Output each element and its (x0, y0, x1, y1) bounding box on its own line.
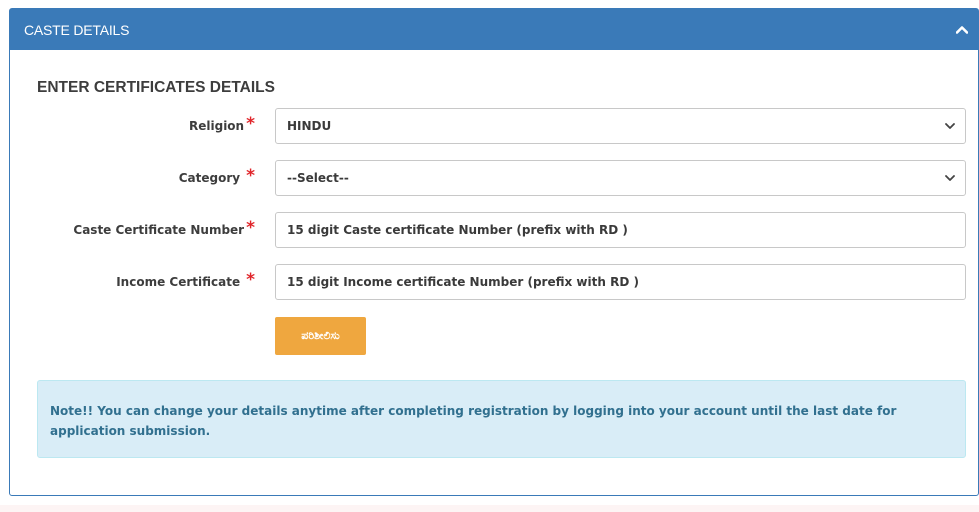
chevron-down-icon (945, 175, 955, 181)
submit-button[interactable]: ಪರಿಶೀಲಿಸು (275, 317, 366, 355)
income-certificate-placeholder: 15 digit Income certificate Number (pref… (287, 275, 639, 289)
category-label: Category * (178, 165, 255, 186)
required-asterisk: * (246, 165, 255, 186)
required-asterisk: * (246, 217, 255, 238)
religion-label: Religion * (189, 113, 255, 134)
caste-certificate-placeholder: 15 digit Caste certificate Number (prefi… (287, 223, 628, 237)
panel-header[interactable]: CASTE DETAILS (10, 9, 978, 50)
caste-certificate-row: Caste Certificate Number * 15 digit Cast… (10, 212, 979, 248)
category-row: Category * --Select-- (10, 160, 979, 196)
category-select-value: --Select-- (287, 171, 349, 185)
chevron-up-icon[interactable] (955, 24, 969, 36)
income-certificate-input[interactable]: 15 digit Income certificate Number (pref… (275, 264, 966, 300)
religion-select[interactable]: HINDU (275, 108, 966, 144)
panel-title: CASTE DETAILS (24, 21, 130, 38)
note-alert: Note!! You can change your details anyti… (37, 380, 966, 458)
required-asterisk: * (246, 113, 255, 134)
caste-certificate-input[interactable]: 15 digit Caste certificate Number (prefi… (275, 212, 966, 248)
category-select[interactable]: --Select-- (275, 160, 966, 196)
caste-certificate-label: Caste Certificate Number * (73, 217, 255, 238)
section-title: ENTER CERTIFICATES DETAILS (37, 79, 275, 96)
religion-select-value: HINDU (287, 119, 332, 133)
income-certificate-row: Income Certificate * 15 digit Income cer… (10, 264, 979, 300)
bottom-divider (0, 505, 979, 512)
income-certificate-label: Income Certificate * (116, 269, 255, 290)
caste-details-panel: CASTE DETAILS ENTER CERTIFICATES DETAILS… (9, 8, 979, 496)
chevron-down-icon (945, 123, 955, 129)
religion-row: Religion * HINDU (10, 108, 979, 144)
required-asterisk: * (246, 269, 255, 290)
